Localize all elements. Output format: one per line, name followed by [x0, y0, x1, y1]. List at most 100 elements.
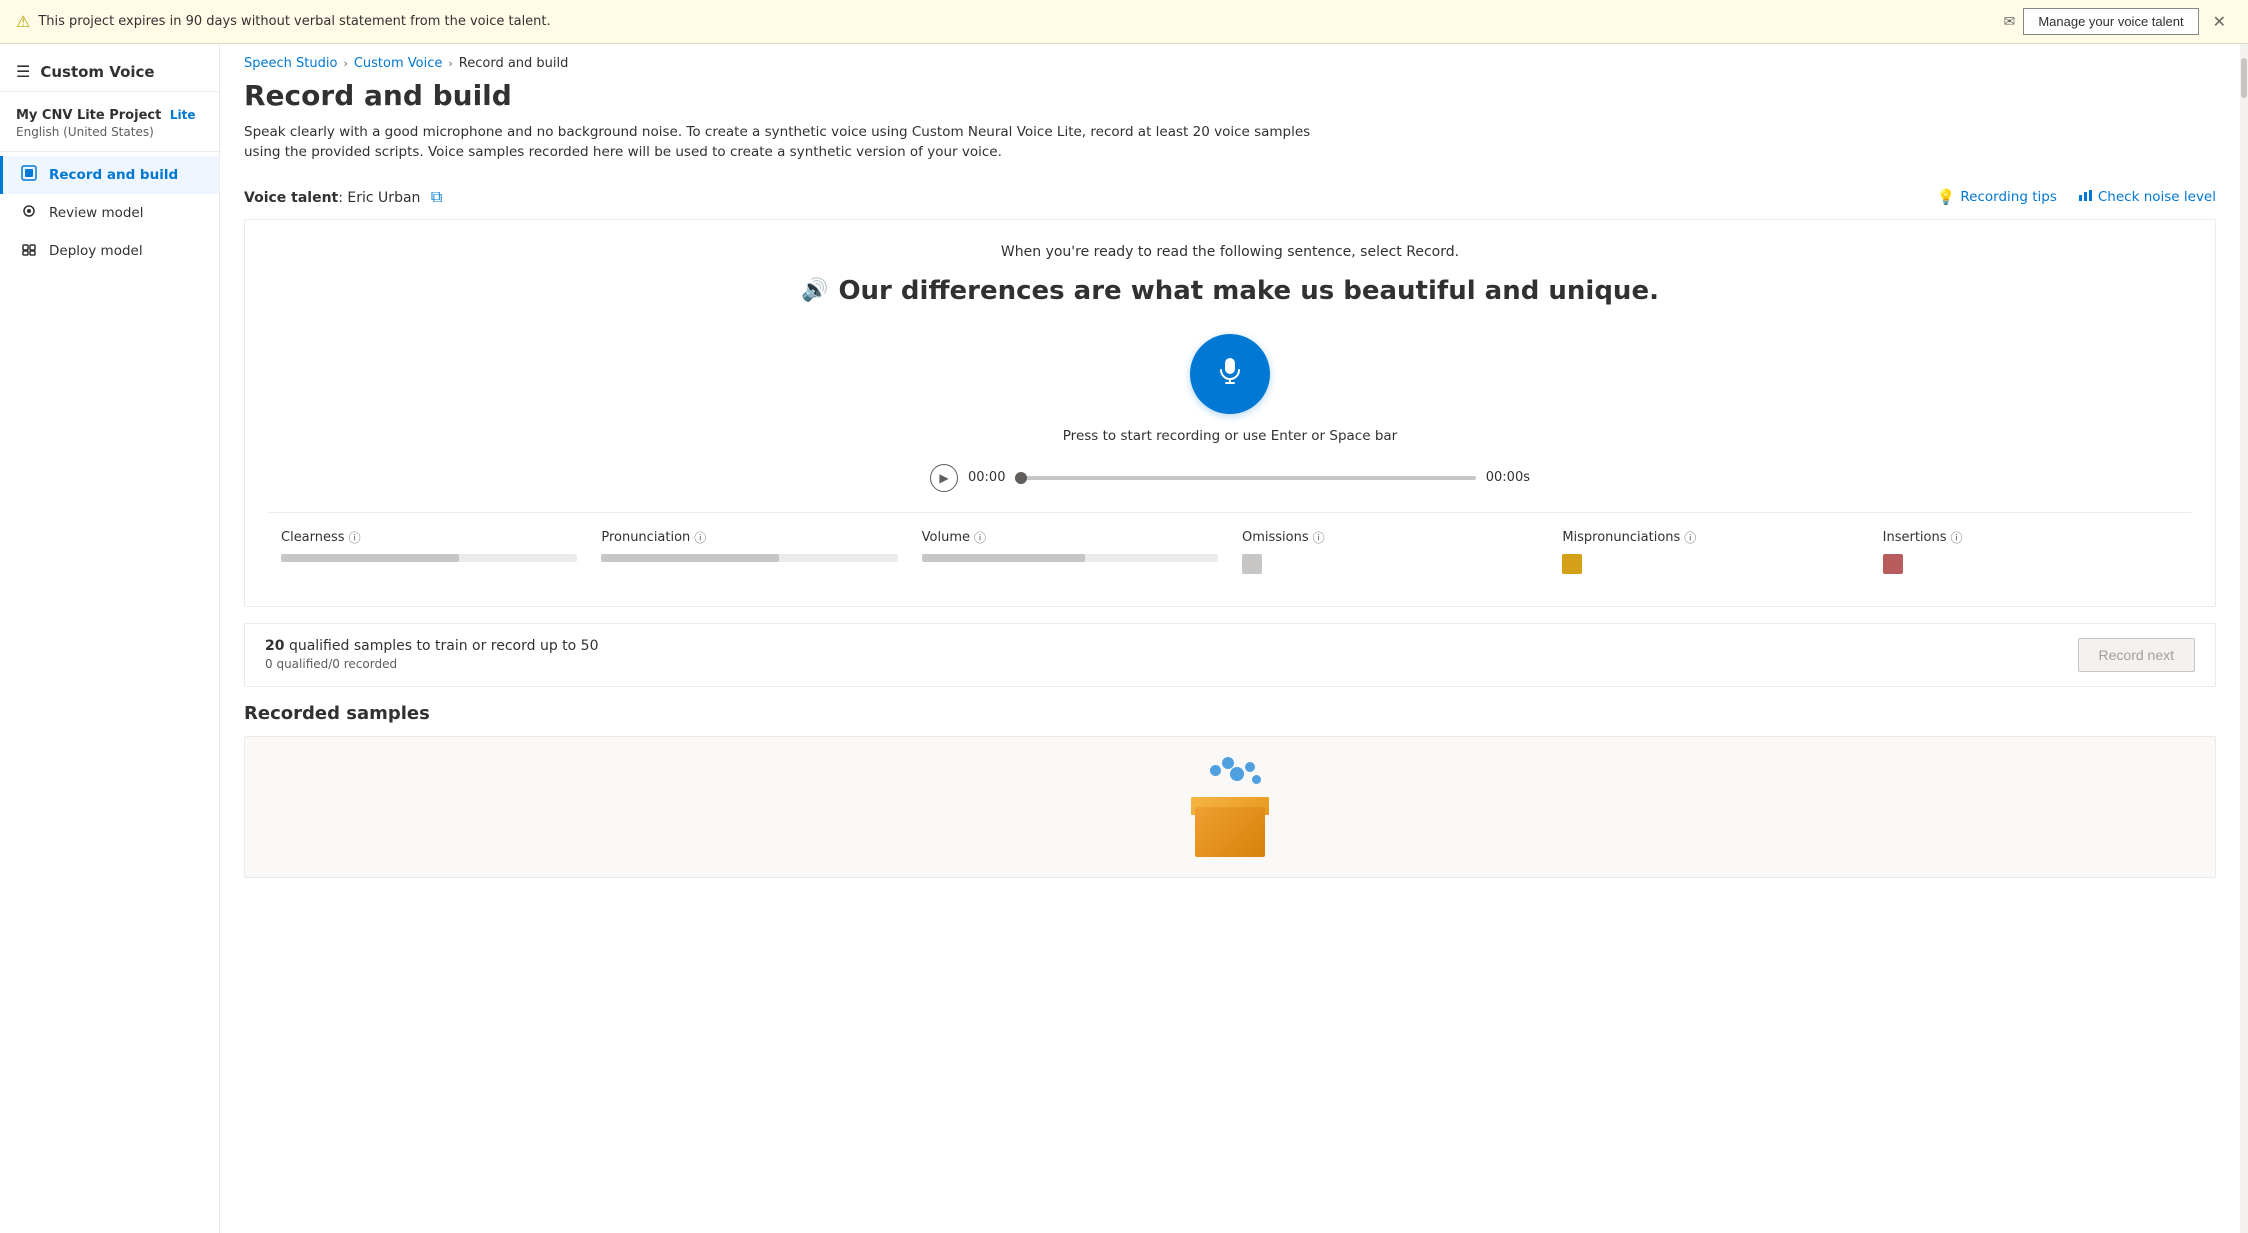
metric-clearness: Clearness ⓘ: [269, 521, 589, 582]
recorded-samples-title: Recorded samples: [244, 703, 2216, 724]
volume-bar-fill: [922, 554, 1085, 562]
speaker-icon[interactable]: 🔊: [801, 278, 828, 303]
recorded-section: Recorded samples: [220, 703, 2240, 878]
progress-thumb: [1015, 472, 1027, 484]
bubble-1: [1230, 767, 1244, 781]
metric-mispronunciations: Mispronunciations ⓘ: [1550, 521, 1870, 582]
recording-instruction: When you're ready to read the following …: [269, 244, 2191, 260]
pronunciation-bar-fill: [601, 554, 779, 562]
sidebar-item-review-label: Review model: [49, 205, 144, 221]
project-language: English (United States): [16, 125, 203, 139]
record-icon: [19, 165, 39, 185]
volume-info-icon[interactable]: ⓘ: [974, 529, 986, 546]
clearness-bar-fill: [281, 554, 459, 562]
playback-bar: ▶ 00:00 00:00s: [930, 464, 1530, 492]
sidebar-item-record[interactable]: Record and build: [0, 156, 219, 194]
breadcrumb-sep-1: ›: [343, 57, 347, 70]
sidebar-item-deploy[interactable]: Deploy model: [0, 232, 219, 270]
breadcrumb-current: Record and build: [459, 56, 569, 71]
main-content: Speech Studio › Custom Voice › Record an…: [220, 44, 2240, 1233]
metric-volume: Volume ⓘ: [910, 521, 1230, 582]
sidebar-item-review[interactable]: Review model: [0, 194, 219, 232]
mispronunciations-label: Mispronunciations ⓘ: [1562, 529, 1858, 546]
chart-icon: [2077, 187, 2093, 207]
total-duration: 00:00s: [1486, 470, 1530, 485]
record-button[interactable]: [1190, 334, 1270, 414]
empty-state: [244, 736, 2216, 878]
pronunciation-info-icon[interactable]: ⓘ: [694, 529, 706, 546]
metrics-row: Clearness ⓘ Pronunciation ⓘ: [269, 512, 2191, 582]
bubble-4: [1252, 775, 1261, 784]
sidebar-item-deploy-label: Deploy model: [49, 243, 143, 259]
collapse-sidebar-button[interactable]: ☰: [16, 62, 30, 81]
recording-panel: When you're ready to read the following …: [244, 219, 2216, 607]
current-time: 00:00: [968, 470, 1005, 485]
breadcrumb-sep-2: ›: [448, 57, 452, 70]
volume-bar: [922, 554, 1218, 562]
copy-icon[interactable]: ⧉: [431, 187, 442, 206]
metric-pronunciation: Pronunciation ⓘ: [589, 521, 909, 582]
mic-hint-text: Press to start recording or use Enter or…: [1063, 428, 1397, 444]
page-description: Speak clearly with a good microphone and…: [244, 122, 1344, 163]
clearness-info-icon[interactable]: ⓘ: [349, 529, 361, 546]
page-header: Record and build Speak clearly with a go…: [220, 79, 2240, 179]
pronunciation-bar: [601, 554, 897, 562]
mic-button-container: Press to start recording or use Enter or…: [269, 334, 2191, 444]
insertions-label: Insertions ⓘ: [1883, 529, 2179, 546]
clearness-label: Clearness ⓘ: [281, 529, 577, 546]
check-noise-link[interactable]: Check noise level: [2077, 187, 2216, 207]
voice-talent-key: Voice talent: [244, 190, 338, 206]
samples-info: 20 qualified samples to train or record …: [265, 638, 599, 671]
insertions-indicator: [1883, 554, 1903, 574]
metric-insertions: Insertions ⓘ: [1871, 521, 2191, 582]
omissions-indicator: [1242, 554, 1262, 574]
bubble-2: [1245, 762, 1255, 772]
sidebar-title: Custom Voice: [40, 63, 154, 81]
record-next-button[interactable]: Record next: [2078, 638, 2195, 672]
voice-talent-actions: 💡 Recording tips Check noise level: [1937, 187, 2216, 207]
scrollbar-area: [2240, 44, 2248, 1233]
review-icon: [19, 203, 39, 223]
box-body: [1195, 807, 1265, 857]
voice-talent-info: Voice talent: Eric Urban ⧉: [244, 187, 442, 207]
insertions-info-icon[interactable]: ⓘ: [1951, 529, 1963, 546]
play-button[interactable]: ▶: [930, 464, 958, 492]
sidebar: ☰ Custom Voice My CNV Lite Project Lite …: [0, 44, 220, 1233]
omissions-info-icon[interactable]: ⓘ: [1313, 529, 1325, 546]
breadcrumb-custom-voice[interactable]: Custom Voice: [354, 56, 443, 71]
sentence-text: Our differences are what make us beautif…: [838, 276, 1659, 306]
deploy-icon: [19, 241, 39, 261]
clearness-bar: [281, 554, 577, 562]
app-body: ☰ Custom Voice My CNV Lite Project Lite …: [0, 44, 2248, 1233]
omissions-label: Omissions ⓘ: [1242, 529, 1538, 546]
breadcrumb-speech-studio[interactable]: Speech Studio: [244, 56, 337, 71]
sidebar-item-record-label: Record and build: [49, 167, 178, 183]
pronunciation-label: Pronunciation ⓘ: [601, 529, 897, 546]
progress-track[interactable]: [1015, 476, 1475, 480]
voice-talent-name: Eric Urban: [347, 190, 420, 206]
volume-label: Volume ⓘ: [922, 529, 1218, 546]
warning-icon: ⚠: [16, 12, 30, 31]
recording-sentence: 🔊 Our differences are what make us beaut…: [269, 276, 2191, 306]
qualified-count: 20: [265, 638, 284, 654]
empty-illustration: [1180, 757, 1280, 857]
sidebar-header: ☰ Custom Voice: [0, 52, 219, 92]
close-notification-button[interactable]: ✕: [2207, 10, 2232, 34]
microphone-icon: [1214, 354, 1246, 394]
email-icon: ✉: [2004, 14, 2016, 30]
notification-bar: ⚠ This project expires in 90 days withou…: [0, 0, 2248, 44]
samples-bar: 20 qualified samples to train or record …: [244, 623, 2216, 687]
recording-tips-link[interactable]: 💡 Recording tips: [1937, 188, 2057, 206]
voice-talent-bar: Voice talent: Eric Urban ⧉ 💡 Recording t…: [220, 179, 2240, 219]
scrollbar-thumb[interactable]: [2241, 58, 2247, 98]
project-info: My CNV Lite Project Lite English (United…: [0, 100, 219, 152]
page-title: Record and build: [244, 79, 2216, 112]
breadcrumb: Speech Studio › Custom Voice › Record an…: [220, 44, 2240, 79]
notification-text: This project expires in 90 days without …: [38, 14, 1991, 29]
bubble-5: [1210, 765, 1221, 776]
samples-sub-text: 0 qualified/0 recorded: [265, 657, 599, 671]
manage-voice-button[interactable]: Manage your voice talent: [2023, 8, 2198, 35]
mispronunciations-info-icon[interactable]: ⓘ: [1684, 529, 1696, 546]
mispronunciations-indicator: [1562, 554, 1582, 574]
description: to train or record up to 50: [416, 638, 598, 654]
